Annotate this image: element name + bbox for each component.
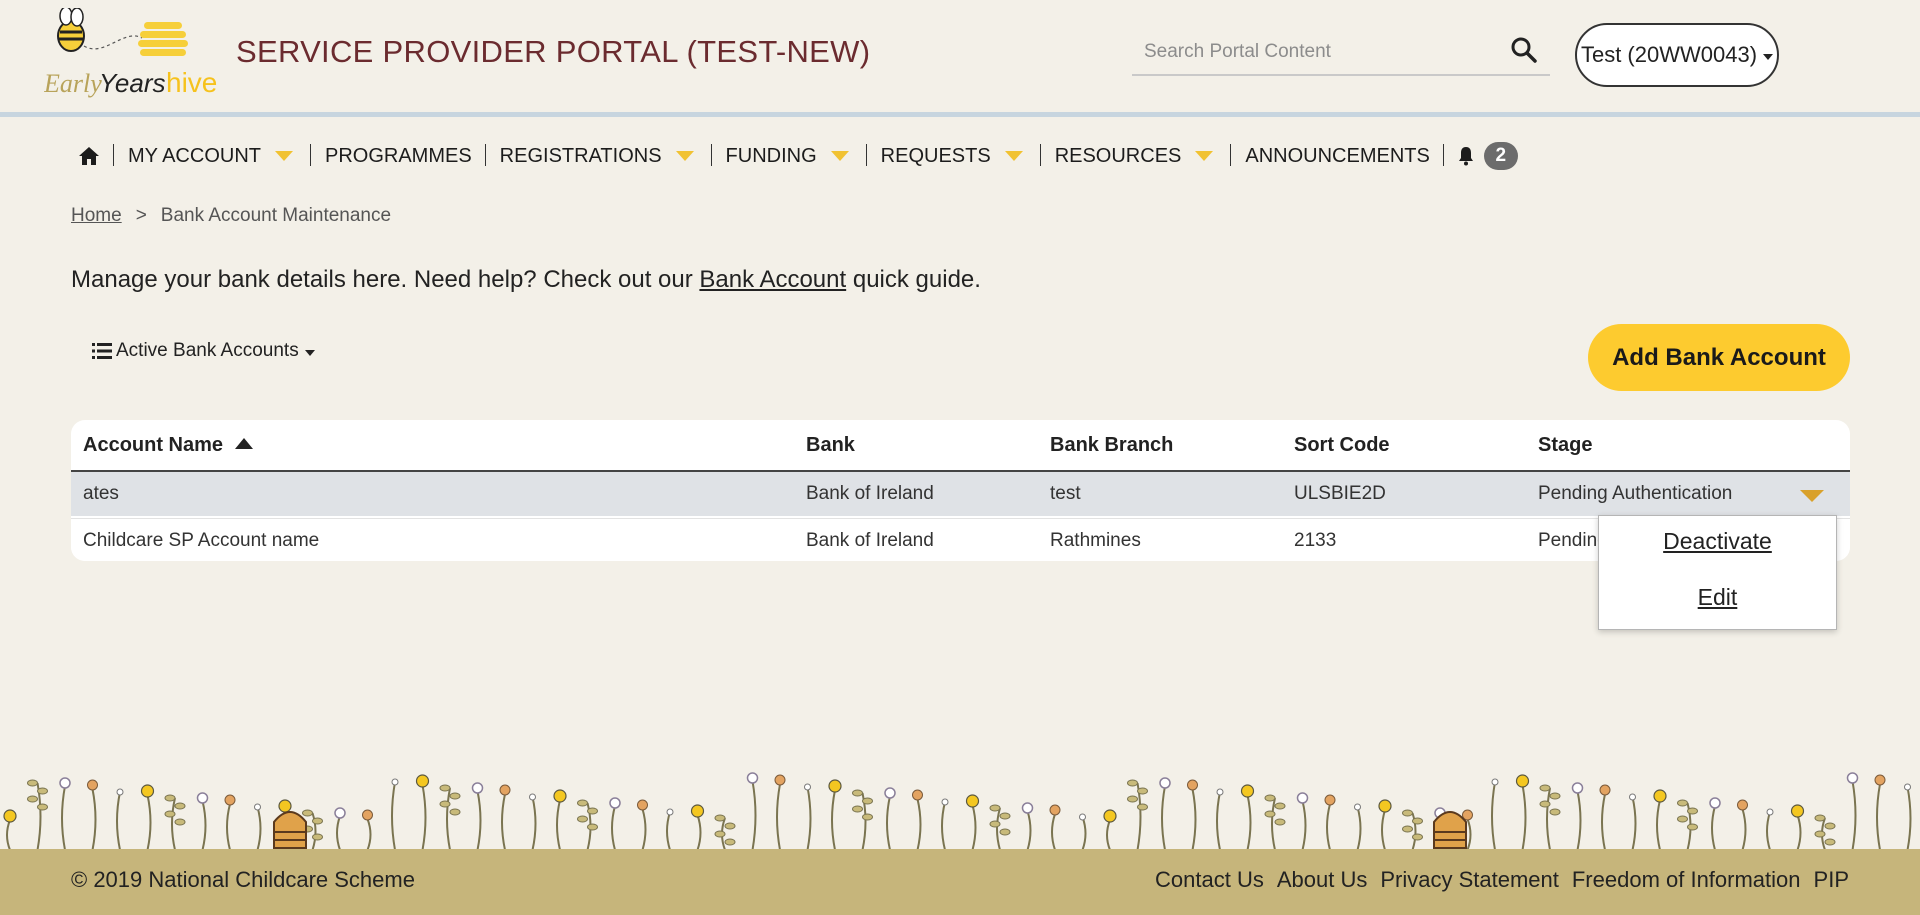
- nav-home[interactable]: [78, 140, 114, 172]
- bank-accounts-table: Account Name Bank Bank Branch Sort Code …: [71, 420, 1850, 561]
- breadcrumb-home-link[interactable]: Home: [71, 205, 122, 226]
- nav-notifications[interactable]: 2: [1444, 140, 1532, 172]
- cell-sort-code: ULSBIE2D: [1294, 483, 1386, 504]
- search-input[interactable]: [1142, 34, 1486, 70]
- column-header-account-name[interactable]: Account Name: [83, 434, 254, 457]
- breadcrumb-current: Bank Account Maintenance: [160, 205, 392, 226]
- nav-item-label: PROGRAMMES: [324, 144, 472, 167]
- chevron-down-icon: [675, 151, 694, 161]
- account-label: Test (20WW0043): [1580, 42, 1758, 67]
- footer-links: Contact Us About Us Privacy Statement Fr…: [1155, 867, 1849, 893]
- chevron-down-icon: [830, 151, 849, 161]
- column-header-label: Account Name: [83, 434, 224, 456]
- nav-item-label: REQUESTS: [880, 144, 991, 167]
- chevron-down-icon: [1763, 54, 1774, 60]
- bank-account-guide-link[interactable]: Bank Account: [699, 266, 846, 293]
- search-icon[interactable]: [1510, 36, 1538, 64]
- nav-requests[interactable]: REQUESTS: [867, 140, 1041, 172]
- cell-account-name: Childcare SP Account name: [83, 530, 320, 551]
- nav-my-account[interactable]: MY ACCOUNT: [114, 140, 311, 172]
- header-divider: [0, 112, 1920, 117]
- nav-item-label: RESOURCES: [1054, 144, 1182, 167]
- footer-link-contact-us[interactable]: Contact Us: [1155, 867, 1264, 893]
- logo-text: Early: [44, 69, 102, 98]
- cell-account-name: ates: [83, 483, 119, 504]
- chevron-down-icon: [1004, 151, 1023, 161]
- cell-stage: Pending Authentication: [1538, 483, 1733, 504]
- filter-label: Active Bank Accounts: [116, 340, 299, 361]
- nav-programmes[interactable]: PROGRAMMES: [311, 140, 486, 172]
- cell-sort-code: 2133: [1294, 530, 1337, 551]
- cell-bank: Bank of Ireland: [806, 483, 934, 504]
- nav-registrations[interactable]: REGISTRATIONS: [486, 140, 712, 172]
- list-icon: [92, 343, 112, 359]
- home-icon: [79, 147, 99, 165]
- intro-text-after: quick guide.: [846, 266, 981, 293]
- nav-announcements[interactable]: ANNOUNCEMENTS: [1231, 140, 1445, 172]
- row-actions-caret-icon[interactable]: [1800, 490, 1824, 502]
- sort-ascending-icon: [235, 438, 254, 449]
- table-row[interactable]: ates Bank of Ireland test ULSBIE2D Pendi…: [71, 472, 1850, 516]
- early-years-hive-logo[interactable]: Early Years hive: [44, 8, 234, 100]
- row-actions-menu: Deactivate Edit: [1598, 515, 1837, 630]
- footer-link-about-us[interactable]: About Us: [1277, 867, 1368, 893]
- intro-text: Manage your bank details here. Need help…: [71, 266, 981, 294]
- nav-item-label: FUNDING: [725, 144, 817, 167]
- column-header-bank[interactable]: Bank: [806, 434, 855, 457]
- nav-resources[interactable]: RESOURCES: [1041, 140, 1232, 172]
- footer: © 2019 National Childcare Scheme Contact…: [0, 849, 1920, 915]
- footer-link-pip[interactable]: PIP: [1814, 867, 1849, 893]
- column-header-sort-code[interactable]: Sort Code: [1294, 434, 1390, 457]
- add-bank-account-button[interactable]: Add Bank Account: [1588, 324, 1850, 391]
- column-header-bank-branch[interactable]: Bank Branch: [1050, 434, 1173, 457]
- account-switcher-button[interactable]: Test (20WW0043): [1575, 23, 1779, 87]
- nav-item-label: MY ACCOUNT: [128, 144, 261, 167]
- cell-bank-branch: test: [1050, 483, 1081, 504]
- breadcrumb: Home > Bank Account Maintenance: [71, 205, 391, 227]
- cell-bank: Bank of Ireland: [806, 530, 934, 551]
- chevron-down-icon: [1195, 151, 1214, 161]
- table-header: Account Name Bank Bank Branch Sort Code …: [71, 420, 1850, 472]
- cell-bank-branch: Rathmines: [1050, 530, 1141, 551]
- footer-link-freedom-of-information[interactable]: Freedom of Information: [1572, 867, 1801, 893]
- search-box: [1132, 28, 1550, 76]
- nav-item-label: ANNOUNCEMENTS: [1245, 144, 1430, 167]
- chevron-down-icon: [274, 151, 293, 161]
- edit-menu-item[interactable]: Edit: [1599, 584, 1836, 611]
- intro-text-before: Manage your bank details here. Need help…: [71, 266, 700, 293]
- bell-icon: [1458, 147, 1473, 166]
- deactivate-menu-item[interactable]: Deactivate: [1599, 528, 1836, 555]
- portal-title: SERVICE PROVIDER PORTAL (TEST-NEW): [236, 34, 871, 69]
- table-row[interactable]: Childcare SP Account name Bank of Irelan…: [71, 518, 1850, 561]
- logo-text: Years: [99, 68, 166, 98]
- nav-item-label: REGISTRATIONS: [499, 144, 662, 167]
- nav-funding[interactable]: FUNDING: [712, 140, 867, 172]
- notification-badge: 2: [1483, 142, 1518, 170]
- meadow-illustration: [3, 772, 1912, 850]
- column-header-stage[interactable]: Stage: [1538, 434, 1592, 457]
- chevron-down-icon: [304, 350, 315, 356]
- footer-link-privacy-statement[interactable]: Privacy Statement: [1380, 867, 1559, 893]
- copyright-text: © 2019 National Childcare Scheme: [71, 867, 415, 892]
- account-filter-dropdown[interactable]: Active Bank Accounts: [92, 340, 315, 362]
- breadcrumb-separator: >: [135, 205, 147, 226]
- main-nav: MY ACCOUNT PROGRAMMES REGISTRATIONS FUND…: [78, 140, 1532, 172]
- logo-text: hive: [166, 67, 217, 98]
- header: Early Years hive SERVICE PROVIDER PORTAL…: [0, 0, 1920, 114]
